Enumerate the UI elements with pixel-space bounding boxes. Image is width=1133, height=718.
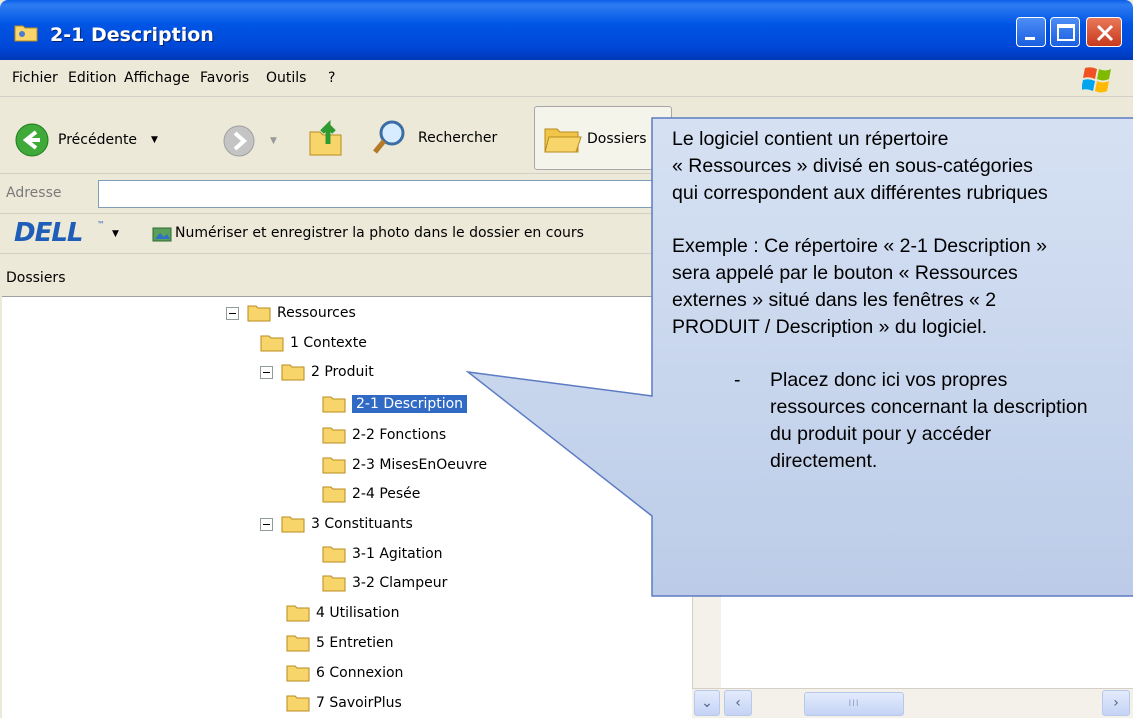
explorer-window: 2-1 Description Fichier Edition Affichag… <box>0 0 1133 718</box>
callout-bullet: - Placez donc ici vos propres ressources… <box>672 367 1133 475</box>
callout-line: qui correspondent aux différentes rubriq… <box>672 182 1048 204</box>
callout-paragraph-2: Exemple : Ce répertoire « 2-1 Descriptio… <box>672 233 1133 341</box>
callout-line: Le logiciel contient un répertoire <box>672 128 949 150</box>
callout-line: sera appelé par le bouton « Ressources <box>672 262 1018 284</box>
callout-line: « Ressources » divisé en sous-catégories <box>672 155 1033 177</box>
callout-line: Placez donc ici vos propres <box>770 369 1008 391</box>
bullet-dash: - <box>734 369 741 391</box>
callout-line: ressources concernant la description <box>770 396 1088 418</box>
callout-line: directement. <box>770 450 878 472</box>
callout-paragraph-1: Le logiciel contient un répertoire « Res… <box>672 126 1133 207</box>
callout-line: externes » situé dans les fenêtres « 2 <box>672 289 997 311</box>
callout-line: du produit pour y accéder <box>770 423 992 445</box>
callout-line: PRODUIT / Description » du logiciel. <box>672 316 988 338</box>
callout-line: Exemple : Ce répertoire « 2-1 Descriptio… <box>672 235 1048 257</box>
callout-text: Le logiciel contient un répertoire « Res… <box>672 126 1133 596</box>
